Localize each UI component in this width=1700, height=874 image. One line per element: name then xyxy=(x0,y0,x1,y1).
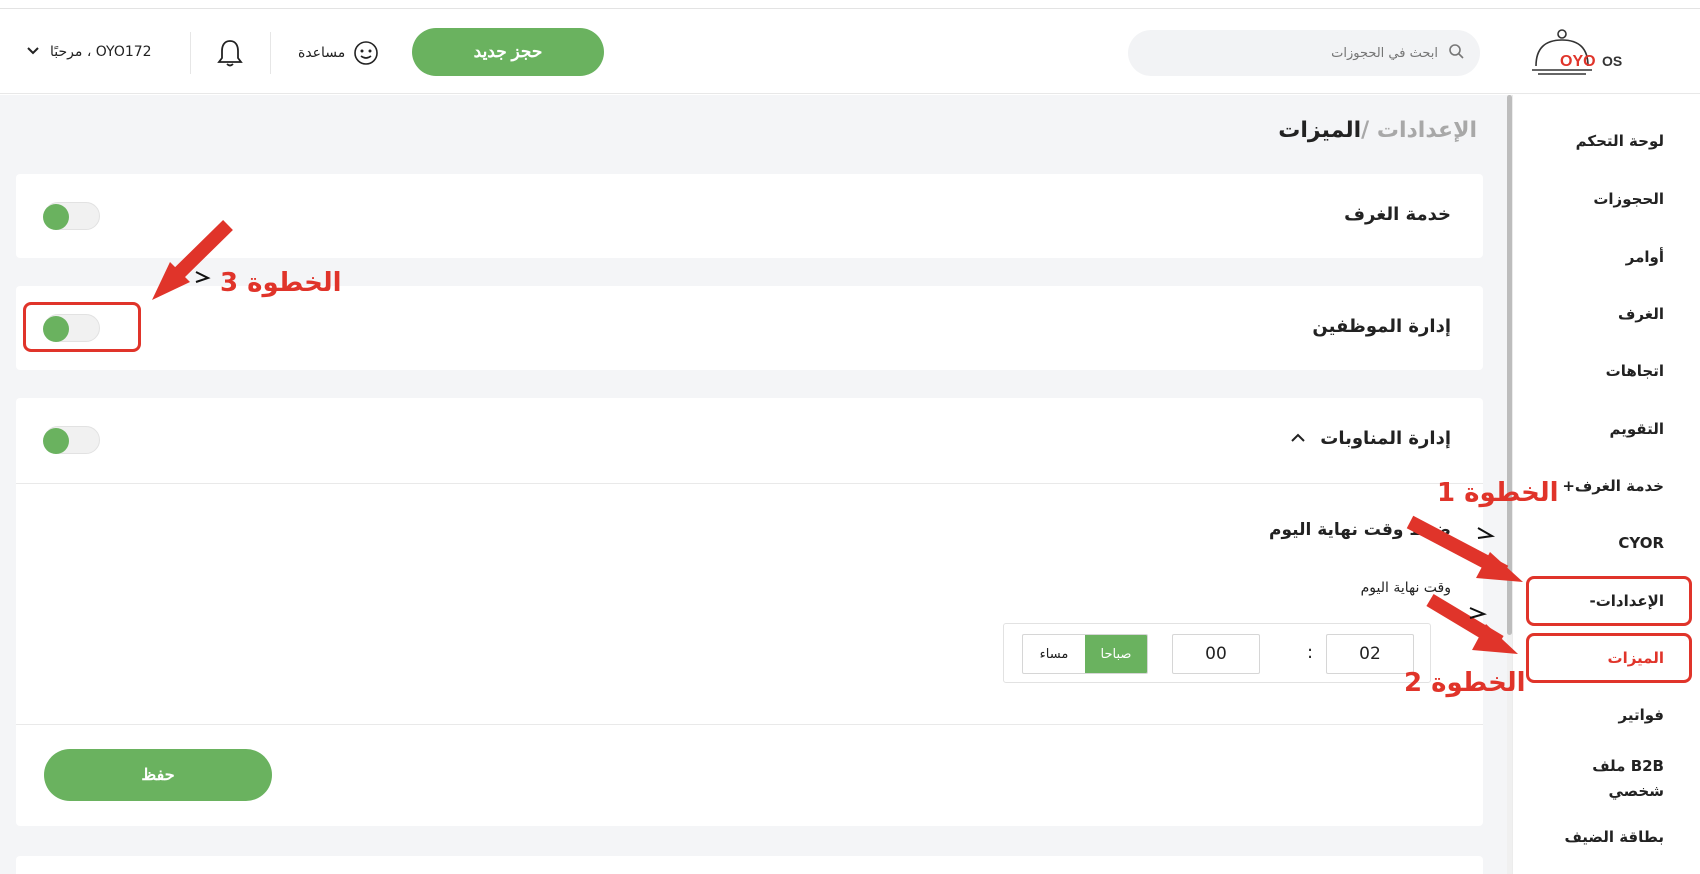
end-of-day-time-picker: مساء صباحا 00 : 02 xyxy=(1003,623,1431,683)
breadcrumb-current: الميزات xyxy=(1278,118,1362,143)
annotation-step-2: الخطوة 2 xyxy=(1404,668,1526,698)
am-option[interactable]: صباحا xyxy=(1085,635,1147,673)
shift-management-header[interactable]: إدارة المناوبات xyxy=(1290,428,1451,449)
oyo-os-logo: OYO OS xyxy=(1530,26,1640,82)
sidebar-item-rooms[interactable]: الغرف xyxy=(1618,305,1664,323)
annotation-box-staff-toggle xyxy=(23,302,141,352)
sidebar-item-b2b-profile[interactable]: B2B ملف شخصي xyxy=(1574,754,1664,804)
bell-icon[interactable] xyxy=(216,38,244,68)
search-bar[interactable] xyxy=(1128,30,1480,76)
help-face-icon xyxy=(353,40,379,66)
hour-input[interactable]: 02 xyxy=(1326,634,1414,674)
annotation-step-3: الخطوة 3 xyxy=(220,268,342,298)
sidebar-item-calendar[interactable]: التقويم xyxy=(1610,420,1665,438)
feature-card-staff-management: إدارة الموظفين xyxy=(16,286,1483,370)
sidebar-item-guest-card[interactable]: بطاقة الضيف xyxy=(1564,828,1664,846)
feature-title: إدارة الموظفين xyxy=(1312,316,1451,337)
room-service-toggle[interactable] xyxy=(43,202,100,230)
toggle-knob xyxy=(43,428,69,454)
divider xyxy=(16,724,1483,725)
breadcrumb-parent[interactable]: الإعدادات / xyxy=(1361,118,1477,143)
logo-oyo-text: OYO xyxy=(1560,53,1596,70)
am-pm-toggle: مساء صباحا xyxy=(1022,634,1148,674)
feature-card-next xyxy=(16,856,1483,874)
pm-option[interactable]: مساء xyxy=(1023,635,1085,673)
top-edge xyxy=(0,0,1700,9)
time-separator: : xyxy=(1307,642,1314,663)
divider xyxy=(270,32,271,74)
annotation-step-1: الخطوة 1 xyxy=(1437,478,1559,508)
annotation-box-features xyxy=(1526,633,1692,683)
sidebar-item-invoices[interactable]: فواتير xyxy=(1619,706,1664,724)
sidebar-item-cyor[interactable]: CYOR xyxy=(1618,534,1664,552)
sidebar-item-trends[interactable]: اتجاهات xyxy=(1606,362,1664,380)
save-button[interactable]: حفظ xyxy=(44,749,272,801)
divider xyxy=(190,32,191,74)
breadcrumb: الإعدادات /الميزات xyxy=(1278,118,1477,143)
sidebar-item-bookings[interactable]: الحجوزات xyxy=(1593,190,1664,208)
sidebar-item-dashboard[interactable]: لوحة التحكم xyxy=(1576,132,1664,150)
toggle-knob xyxy=(43,204,69,230)
feature-title: إدارة المناوبات xyxy=(1320,428,1451,449)
help-link[interactable]: مساعدة xyxy=(298,40,379,66)
annotation-box-settings xyxy=(1526,576,1692,626)
search-icon xyxy=(1448,43,1464,63)
search-input[interactable] xyxy=(1158,45,1438,61)
minute-input[interactable]: 00 xyxy=(1172,634,1260,674)
logo-os-text: OS xyxy=(1602,53,1622,69)
user-greeting: مرحبًا ، OYO172 xyxy=(50,44,152,60)
divider xyxy=(16,483,1483,484)
feature-title: خدمة الغرف xyxy=(1344,204,1451,225)
chevron-up-icon[interactable] xyxy=(1290,428,1306,449)
end-of-day-field-label: وقت نهاية اليوم xyxy=(1360,580,1451,596)
header: مرحبًا ، OYO172 مساعدة حجز جديد ابحث في … xyxy=(0,10,1700,94)
user-menu[interactable]: مرحبًا ، OYO172 xyxy=(26,32,152,72)
chevron-down-icon xyxy=(26,45,40,59)
sidebar-item-room-service-plus[interactable]: خدمة الغرف+ xyxy=(1562,477,1664,495)
end-of-day-section-title: ضبط وقت نهاية اليوم xyxy=(1269,520,1451,540)
feature-card-room-service: خدمة الغرف xyxy=(16,174,1483,258)
new-booking-button[interactable]: حجز جديد xyxy=(412,28,604,76)
help-label: مساعدة xyxy=(298,45,346,61)
sidebar-item-orders[interactable]: أوامر xyxy=(1626,248,1664,266)
shift-management-toggle[interactable] xyxy=(43,426,100,454)
